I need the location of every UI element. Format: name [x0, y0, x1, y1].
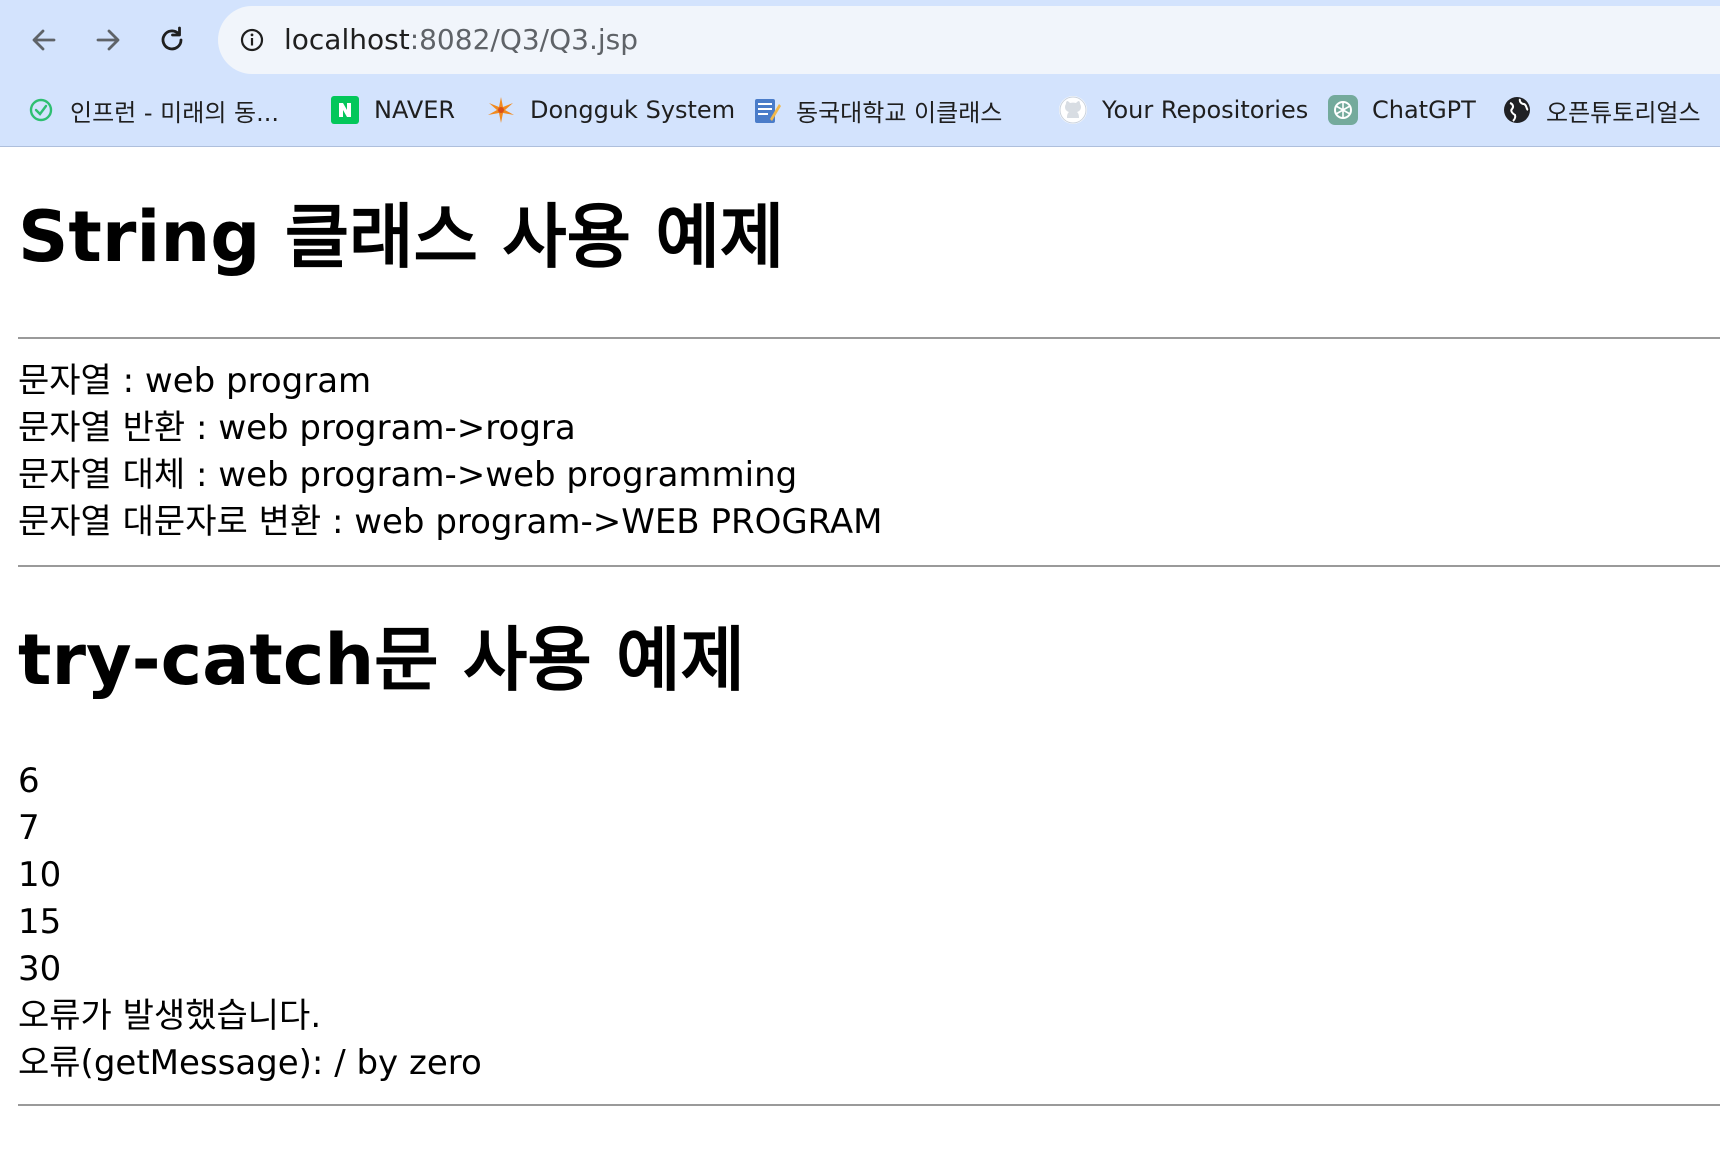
address-bar[interactable]: localhost:8082/Q3/Q3.jsp: [218, 6, 1720, 74]
bookmark-label: ChatGPT: [1372, 96, 1476, 124]
forward-button[interactable]: [86, 18, 130, 62]
bookmark-opentutorials[interactable]: 오픈튜토리얼스: [1502, 88, 1701, 132]
naver-icon: [330, 95, 360, 125]
bookmark-github[interactable]: Your Repositories: [1058, 88, 1308, 132]
dongguk-icon: [486, 95, 516, 125]
result-line: 문자열 : web program: [18, 361, 372, 401]
result-line: 오류가 발생했습니다.: [18, 996, 322, 1036]
bookmark-naver[interactable]: NAVER: [330, 88, 455, 132]
result-line: 7: [18, 808, 40, 848]
result-line: 문자열 대문자로 변환 : web program->WEB PROGRAM: [18, 502, 883, 542]
bookmarks-bar: 인프런 - 미래의 동... NAVER Dongguk System 동국대학…: [0, 88, 1720, 132]
url-path: :8082/Q3/Q3.jsp: [409, 23, 638, 56]
url-host: localhost: [284, 23, 410, 56]
inflearn-icon: [26, 95, 56, 125]
eclass-icon: [752, 95, 782, 125]
bookmark-label: 인프런 - 미래의 동...: [70, 98, 279, 127]
result-line: 15: [18, 902, 62, 942]
bookmark-label: 오픈튜토리얼스: [1546, 98, 1701, 127]
arrow-left-icon: [32, 29, 56, 51]
result-line: 문자열 반환 : web program->rogra: [18, 408, 576, 448]
string-results: 문자열 : web program 문자열 반환 : web program->…: [18, 358, 883, 546]
arrow-right-icon: [96, 29, 120, 51]
url-text[interactable]: localhost:8082/Q3/Q3.jsp: [284, 23, 638, 57]
bookmark-label: NAVER: [374, 96, 456, 124]
bookmark-inflearn[interactable]: 인프런 - 미래의 동...: [26, 88, 279, 132]
string-section-heading: String 클래스 사용 예제: [18, 196, 785, 278]
result-line: 10: [18, 855, 62, 895]
reload-button[interactable]: [150, 18, 194, 62]
bookmark-eclass[interactable]: 동국대학교 이클래스: [752, 88, 1002, 132]
reload-icon: [161, 26, 183, 51]
try-catch-results: 6 7 10 15 30 오류가 발생했습니다. 오류(getMessage):…: [18, 758, 482, 1087]
result-line: 30: [18, 949, 62, 989]
globe-icon: [1502, 95, 1532, 125]
chatgpt-icon: [1328, 95, 1358, 125]
back-button[interactable]: [22, 18, 66, 62]
page-content: String 클래스 사용 예제 문자열 : web program 문자열 반…: [0, 147, 1720, 1158]
browser-toolbar: localhost:8082/Q3/Q3.jsp 인프런 - 미래의 동... …: [0, 0, 1720, 147]
bookmark-label: 동국대학교 이클래스: [796, 98, 1003, 127]
info-icon[interactable]: [240, 28, 264, 52]
result-line: 문자열 대체 : web program->web programming: [18, 455, 798, 495]
bookmark-label: Dongguk System: [530, 96, 736, 124]
github-icon: [1058, 95, 1088, 125]
result-line: 오류(getMessage): / by zero: [18, 1043, 482, 1083]
result-line: 6: [18, 761, 40, 801]
bookmark-dongguk-system[interactable]: Dongguk System: [486, 88, 735, 132]
divider: [18, 565, 1720, 567]
divider: [18, 1104, 1720, 1106]
bookmark-chatgpt[interactable]: ChatGPT: [1328, 88, 1476, 132]
divider: [18, 337, 1720, 339]
try-catch-section-heading: try-catch문 사용 예제: [18, 619, 745, 701]
bookmark-label: Your Repositories: [1102, 96, 1309, 124]
